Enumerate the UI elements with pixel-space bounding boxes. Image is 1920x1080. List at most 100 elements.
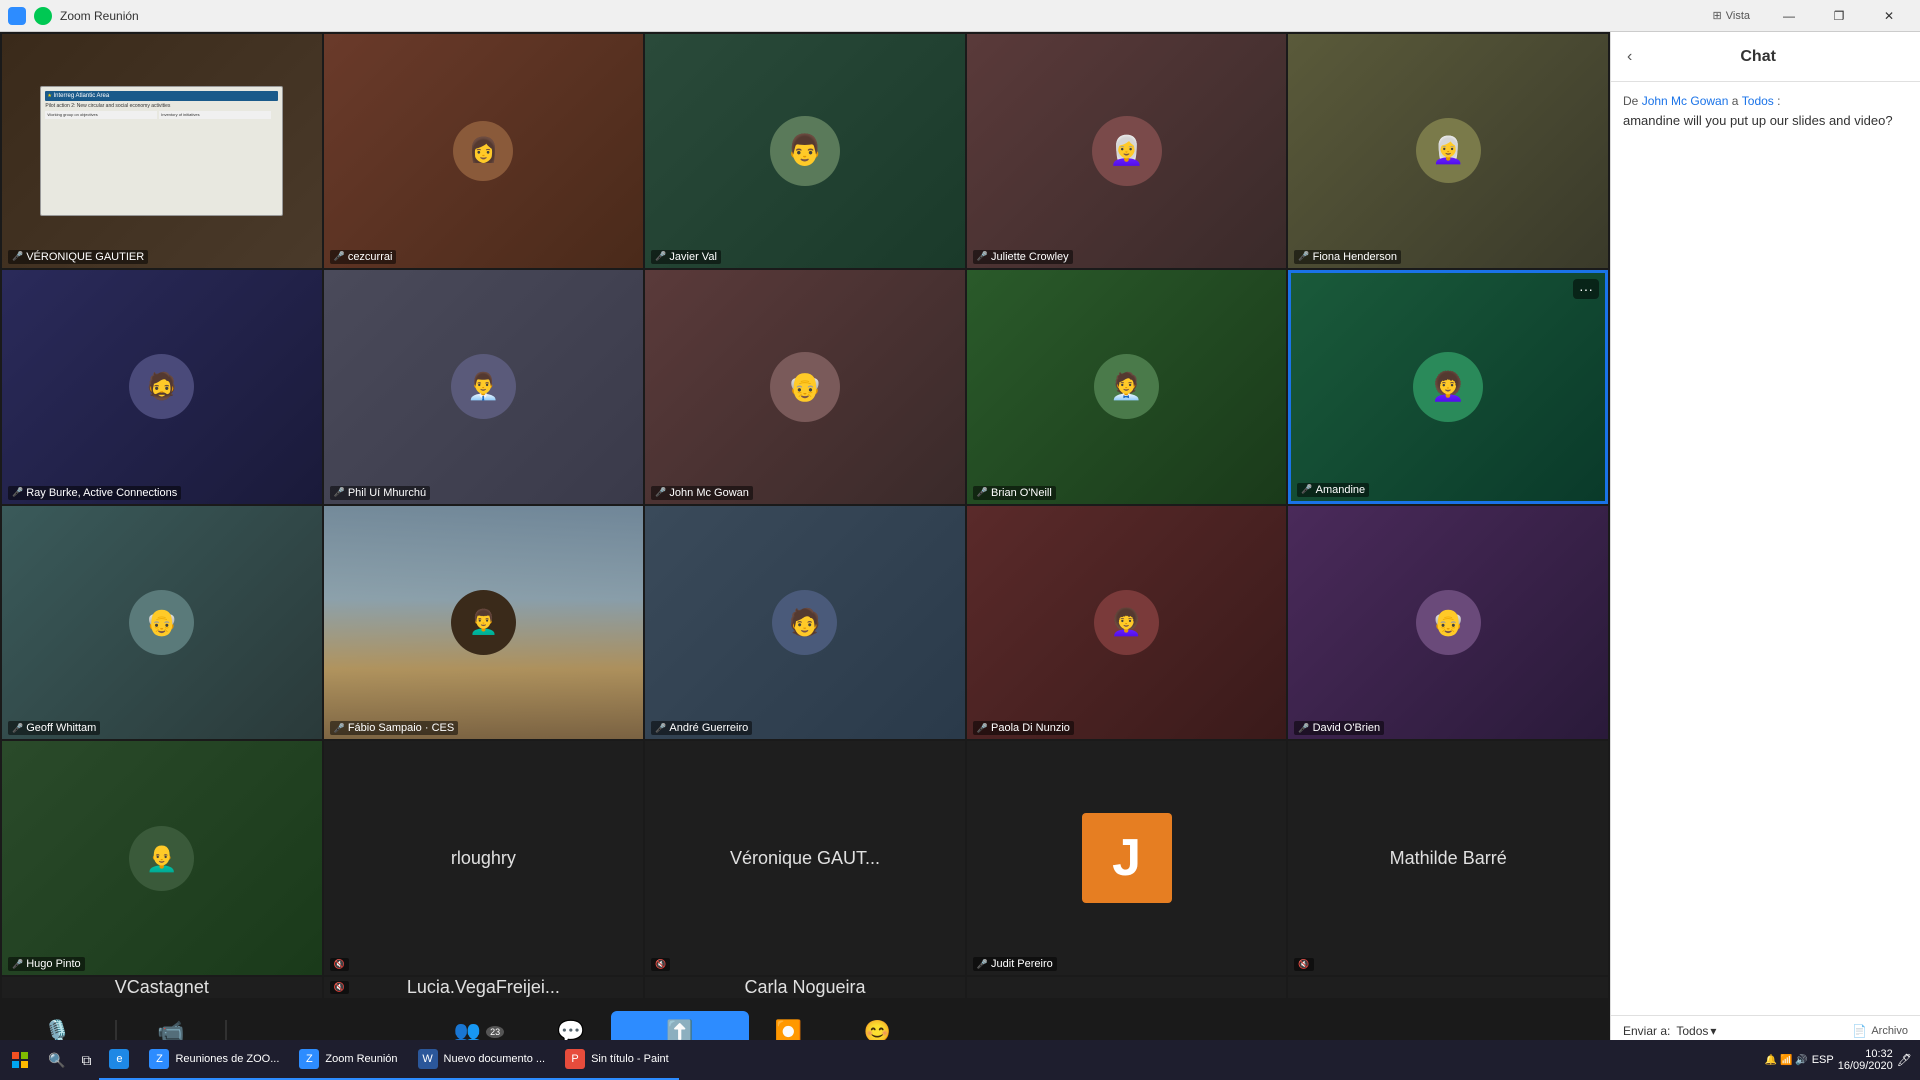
participant-cell-juliette[interactable]: 👩‍🦳 🎤 Juliette Crowley <box>967 34 1287 268</box>
mic-icon-13: 🎤 <box>655 723 666 734</box>
participant-name-fabio: 🎤 Fábio Sampaio · CES <box>330 721 459 735</box>
task-view-button[interactable]: ⧉ <box>73 1040 99 1080</box>
mic-icon-9: 🎤 <box>977 487 988 498</box>
participant-name-andre: 🎤 André Guerreiro <box>651 721 752 735</box>
participant-cell-andre[interactable]: 🧑 🎤 André Guerreiro <box>645 506 965 740</box>
participant-name-mathilde: 🔇 <box>1294 958 1313 971</box>
taskview-icon: ⧉ <box>81 1052 91 1069</box>
mic-icon: 🎤 <box>12 251 23 262</box>
participant-cell-david[interactable]: 👴 🎤 David O'Brien <box>1288 506 1608 740</box>
file-label: Archivo <box>1871 1025 1908 1037</box>
participant-cell-cezcurrai[interactable]: 👩 🎤 cezcurrai <box>324 34 644 268</box>
participant-name-paola: 🎤 Paola Di Nunzio <box>973 721 1074 735</box>
search-icon: 🔍 <box>48 1052 65 1069</box>
word-label: Nuevo documento ... <box>444 1053 546 1065</box>
mic-icon-10: 🎤 <box>1301 484 1312 495</box>
participant-cell-javier[interactable]: 👨 🎤 Javier Val <box>645 34 965 268</box>
video-grid: ★ Interreg Atlantic Area Pilot action 2:… <box>0 32 1610 1000</box>
mic-icon-3: 🎤 <box>655 251 666 262</box>
chat-messages: De John Mc Gowan a Todos : amandine will… <box>1611 82 1920 1015</box>
empty-cell-1 <box>967 977 1287 998</box>
mic-icon-11: 🎤 <box>12 723 23 734</box>
participant-name-john: 🎤 John Mc Gowan <box>651 486 753 500</box>
start-button[interactable] <box>0 1040 40 1080</box>
participant-name-rloughry: 🔇 <box>330 958 349 971</box>
participant-cell-rloughry[interactable]: rloughry 🔇 <box>324 741 644 975</box>
zoom2-label: Zoom Reunión <box>325 1053 397 1065</box>
zoom1-label: Reuniones de ZOO... <box>175 1053 279 1065</box>
participant-cell-ray[interactable]: 🧔 🎤 Ray Burke, Active Connections <box>2 270 322 504</box>
tray-icons: 🔔 📶 🔊 <box>1765 1055 1808 1066</box>
notifications-icon[interactable]: 🖊 <box>1897 1053 1912 1067</box>
participant-name-cezcurrai: 🎤 cezcurrai <box>330 250 397 264</box>
participant-cell-veronique[interactable]: ★ Interreg Atlantic Area Pilot action 2:… <box>2 34 322 268</box>
mic-icon-16: 🎤 <box>12 959 23 970</box>
participant-name-geoff: 🎤 Geoff Whittam <box>8 721 100 735</box>
participant-cell-amandine[interactable]: 👩‍🦱 ··· 🎤 Amandine <box>1288 270 1608 504</box>
participant-cell-fiona[interactable]: 👩‍🦳 🎤 Fiona Henderson <box>1288 34 1608 268</box>
taskbar-app-zoom2[interactable]: Z Zoom Reunión <box>289 1040 407 1080</box>
participant-cell-fabio[interactable]: 👨‍🦱 🎤 Fábio Sampaio · CES <box>324 506 644 740</box>
chat-back-button[interactable]: ‹ <box>1627 48 1632 66</box>
system-clock: 10:32 16/09/2020 <box>1838 1048 1893 1072</box>
video-grid-container: ★ Interreg Atlantic Area Pilot action 2:… <box>0 32 1610 1080</box>
participant-name-text-lucia: Lucia.VegaFreijei... <box>407 977 560 998</box>
participant-cell-john[interactable]: 👴 🎤 John Mc Gowan <box>645 270 965 504</box>
participant-name-amandine: 🎤 Amandine <box>1297 483 1369 497</box>
participant-cell-veronique2[interactable]: Véronique GAUT... 🔇 <box>645 741 965 975</box>
taskbar: 🔍 ⧉ e Z Reuniones de ZOO... Z Zoom Reuni… <box>0 1040 1920 1080</box>
time-display: 10:32 <box>1838 1048 1893 1060</box>
zoom2-icon: Z <box>299 1049 319 1069</box>
search-button[interactable]: 🔍 <box>40 1040 73 1080</box>
file-button[interactable]: 📄 Archivo <box>1852 1024 1908 1038</box>
participant-cell-paola[interactable]: 👩‍🦱 🎤 Paola Di Nunzio <box>967 506 1287 740</box>
participant-cell-mathilde[interactable]: Mathilde Barré 🔇 <box>1288 741 1608 975</box>
participant-cell-phil[interactable]: 👨‍💼 🎤 Phil Uí Mhurchú <box>324 270 644 504</box>
minimize-button[interactable]: — <box>1766 0 1812 32</box>
participant-name-javier: 🎤 Javier Val <box>651 250 721 264</box>
vista-button[interactable]: ⊞ Vista <box>1713 9 1750 22</box>
mic-muted-icon: 🔇 <box>334 959 345 970</box>
taskbar-app-ie[interactable]: e <box>99 1040 139 1080</box>
language-label: ESP <box>1812 1054 1834 1066</box>
participant-cell-hugo[interactable]: 👨‍🦲 🎤 Hugo Pinto <box>2 741 322 975</box>
taskbar-app-zoom1[interactable]: Z Reuniones de ZOO... <box>139 1040 289 1080</box>
participant-count-badge: 23 <box>486 1026 504 1038</box>
file-icon: 📄 <box>1852 1024 1867 1038</box>
chat-message-item: De John Mc Gowan a Todos : amandine will… <box>1623 94 1908 130</box>
more-options-btn[interactable]: ··· <box>1573 279 1599 299</box>
mic-icon-15: 🎤 <box>1298 723 1309 734</box>
participant-cell-geoff[interactable]: 👴 🎤 Geoff Whittam <box>2 506 322 740</box>
zoom-logo-icon <box>8 7 26 25</box>
participant-name-veronique: 🎤 VÉRONIQUE GAUTIER <box>8 250 148 264</box>
paint-icon: P <box>565 1049 585 1069</box>
grid-icon: ⊞ <box>1713 9 1722 22</box>
participant-cell-carla[interactable]: Carla Nogueira <box>645 977 965 998</box>
restore-button[interactable]: ❐ <box>1816 0 1862 32</box>
close-button[interactable]: ✕ <box>1866 0 1912 32</box>
participant-cell-judit[interactable]: J 🎤 Judit Pereiro <box>967 741 1287 975</box>
participant-cell-vcastagnet[interactable]: VCastagnet <box>2 977 322 998</box>
mic-icon-2: 🎤 <box>334 251 345 262</box>
mic-icon-7: 🎤 <box>334 487 345 498</box>
participant-name-hugo: 🎤 Hugo Pinto <box>8 957 85 971</box>
empty-cell-2 <box>1288 977 1608 998</box>
paint-label: Sin título - Paint <box>591 1053 669 1065</box>
date-display: 16/09/2020 <box>1838 1060 1893 1072</box>
zoom1-icon: Z <box>149 1049 169 1069</box>
participant-name-text-carla: Carla Nogueira <box>744 977 865 998</box>
mic-icon-12: 🎤 <box>334 723 345 734</box>
participant-name-ray: 🎤 Ray Burke, Active Connections <box>8 486 181 500</box>
participant-cell-brian[interactable]: 🧑‍💼 🎤 Brian O'Neill <box>967 270 1287 504</box>
participant-cell-lucia[interactable]: Lucia.VegaFreijei... 🔇 <box>324 977 644 998</box>
taskbar-app-paint[interactable]: P Sin título - Paint <box>555 1040 679 1080</box>
mic-muted-icon-2: 🔇 <box>655 959 666 970</box>
send-to-dropdown[interactable]: Todos ▾ <box>1676 1024 1716 1038</box>
participant-name-david: 🎤 David O'Brien <box>1294 721 1384 735</box>
chat-send-to: Enviar a: Todos ▾ 📄 Archivo <box>1623 1024 1908 1038</box>
participant-name-judit: 🎤 Judit Pereiro <box>973 957 1057 971</box>
windows-icon <box>12 1052 28 1068</box>
mic-icon-5: 🎤 <box>1298 251 1309 262</box>
chat-message-text: amandine will you put up our slides and … <box>1623 112 1908 130</box>
taskbar-app-word[interactable]: W Nuevo documento ... <box>408 1040 556 1080</box>
